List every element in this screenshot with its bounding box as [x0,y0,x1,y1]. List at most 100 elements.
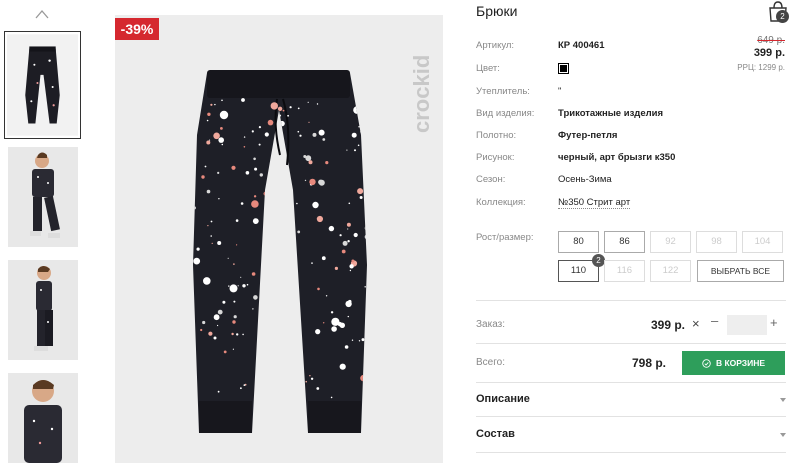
paint-splatter-dot [360,129,365,134]
paint-splatter-dot [258,126,261,129]
paint-splatter-dot [304,179,307,182]
paint-splatter-dot [325,161,329,165]
paint-splatter-dot [305,380,307,383]
size-option-86[interactable]: 86 [604,231,645,253]
size-option-116[interactable]: 116 [604,260,645,282]
paint-splatter-dot [236,333,239,336]
thumbnail-strip [0,0,86,463]
paint-splatter-dot [259,173,263,177]
paint-splatter-dot [316,387,320,390]
accordion-composition[interactable]: Состав [476,420,786,450]
paint-splatter-dot [254,167,258,171]
paint-splatter-dot [266,285,269,288]
paint-splatter-dot [258,336,263,340]
paint-splatter-dot [285,225,287,228]
select-all-button[interactable]: ВЫБРАТЬ ВСЕ [697,260,784,282]
paint-splatter-dot [357,188,364,195]
model-closeup-thumbnail-image [8,373,78,463]
size-label: Рост/размер: [476,232,534,243]
paint-splatter-dot [242,333,244,336]
paint-splatter-dot [317,287,320,291]
paint-splatter-dot [299,134,302,137]
collection-link[interactable]: №350 Стрит арт [558,197,631,209]
paint-splatter-dot [237,285,239,287]
paint-splatter-dot [206,189,211,194]
paint-splatter-dot [364,100,367,103]
thumbnail-3[interactable] [8,260,78,360]
paint-splatter-dot [213,132,220,140]
paint-splatter-dot [217,309,223,315]
paint-splatter-dot [307,101,309,103]
paint-splatter-dot [347,240,350,243]
increment-button[interactable]: + [770,315,778,330]
paint-splatter-dot [278,237,280,239]
decrement-button[interactable]: – [711,313,718,328]
quantity-input[interactable] [727,315,767,335]
thumbnail-1[interactable] [4,31,81,139]
size-option-104[interactable]: 104 [742,231,783,253]
paint-splatter-dot [341,249,346,254]
paint-splatter-dot [344,345,349,349]
paint-splatter-dot [253,195,257,198]
chevron-up-icon[interactable] [34,8,50,20]
current-price: 399 р. [753,47,785,59]
paint-splatter-dot [253,295,258,300]
size-option-98[interactable]: 98 [696,231,737,253]
paint-splatter-dot [210,103,213,106]
paint-splatter-dot [221,99,223,102]
pants-thumbnail-image [7,34,78,136]
paint-splatter-dot [308,160,313,165]
paint-splatter-dot [207,225,209,227]
product-main-image[interactable] [115,15,443,463]
in-cart-button[interactable]: В КОРЗИНЕ [682,351,785,375]
paint-splatter-dot [193,193,195,197]
paint-splatter-dot [243,146,246,148]
size-option-92[interactable]: 92 [650,231,691,253]
paint-splatter-dot [291,327,300,336]
spec-label-collection: Коллекция: [476,197,526,208]
paint-splatter-dot [330,311,334,314]
paint-splatter-dot [323,322,325,324]
paint-splatter-dot [228,285,230,287]
thumbnail-4[interactable] [8,373,78,463]
thumbnail-2[interactable] [8,147,78,247]
paint-splatter-dot [312,132,317,137]
paint-splatter-dot [231,332,234,336]
paint-splatter-dot [208,139,211,141]
svg-text:crockid: crockid [409,55,434,133]
paint-splatter-dot [241,98,245,102]
paint-splatter-dot [200,328,203,332]
paint-splatter-dot [318,179,324,185]
remove-icon[interactable]: × [692,316,700,331]
paint-splatter-dot [207,112,211,117]
paint-splatter-dot [210,235,212,237]
paint-splatter-dot [270,385,273,388]
paint-splatter-dot [321,256,326,261]
paint-splatter-dot [206,140,211,145]
paint-splatter-dot [279,370,283,374]
color-swatch[interactable] [558,63,569,74]
paint-splatter-dot [278,267,280,269]
paint-splatter-dot [277,106,283,112]
paint-splatter-dot [217,390,220,393]
paint-splatter-dot [231,165,236,170]
paint-splatter-dot [223,350,227,354]
paint-splatter-dot [243,136,246,138]
paint-splatter-dot [220,127,223,130]
accordion-description[interactable]: Описание [476,385,786,415]
paint-splatter-dot [261,348,264,350]
paint-splatter-dot [325,295,328,297]
paint-splatter-dot [218,198,220,200]
size-option-80[interactable]: 80 [558,231,599,253]
paint-splatter-dot [211,242,213,244]
paint-splatter-dot [303,155,307,158]
spec-label-season: Сезон: [476,174,506,185]
paint-splatter-dot [243,384,246,386]
pants-image [193,70,367,433]
paint-splatter-dot [217,241,222,245]
size-option-122[interactable]: 122 [650,260,691,282]
paint-splatter-dot [331,317,340,326]
paint-splatter-dot [222,300,226,304]
paint-splatter-dot [193,257,201,265]
paint-splatter-dot [214,103,216,106]
